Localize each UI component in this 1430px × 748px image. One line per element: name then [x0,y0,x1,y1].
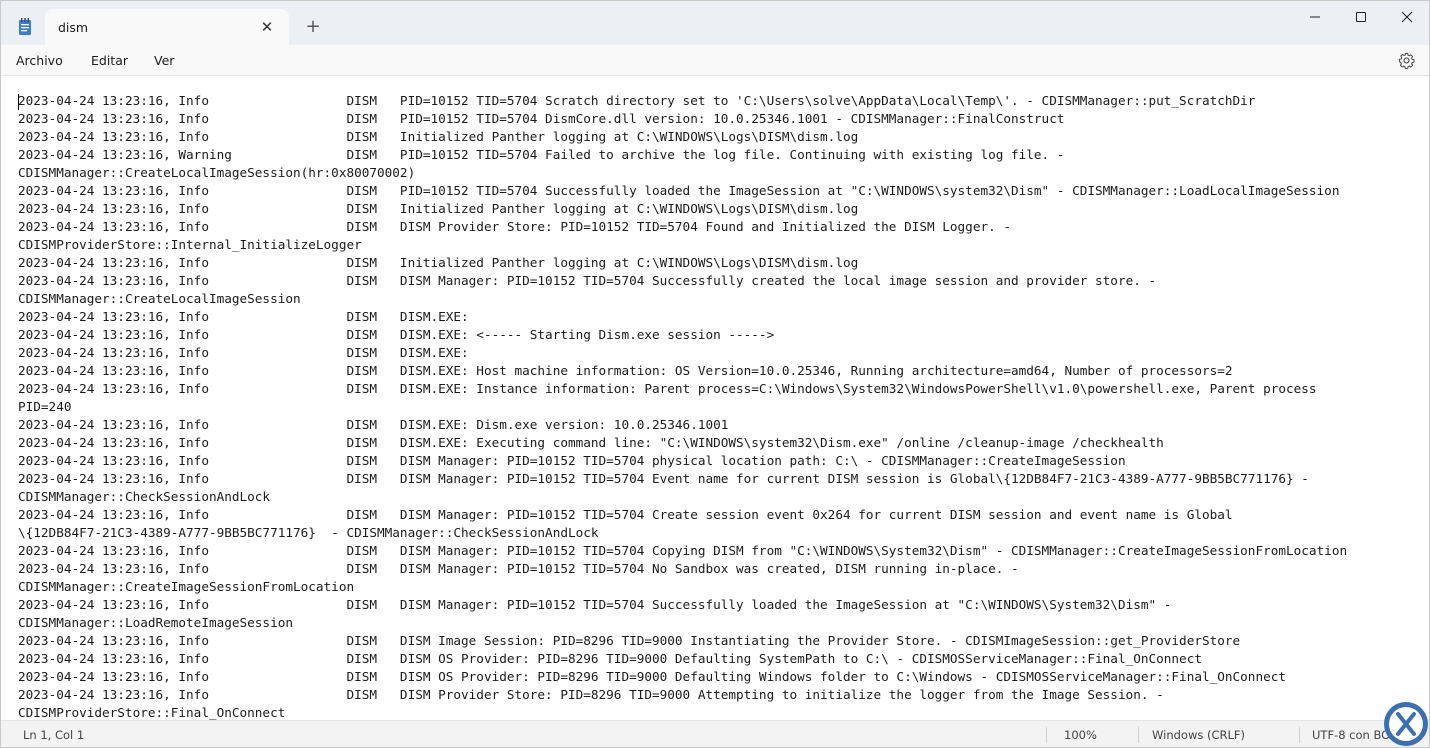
tab-close-icon[interactable]: ✕ [259,19,275,35]
new-tab-button[interactable]: + [303,17,323,37]
minimize-icon [1310,16,1320,18]
text-line: \{12DB84F7-21C3-4389-A777-9BB5BC771176} … [18,525,599,540]
close-icon [1401,11,1413,23]
notepad-app-icon [19,18,31,35]
text-line: CDISMManager::CreateImageSessionFromLoca… [18,579,355,594]
text-line: 2023-04-24 13:23:16, Info DISM PID=10152… [18,183,1340,198]
menu-ver[interactable]: Ver [154,53,174,68]
text-line: 2023-04-24 13:23:16, Info DISM PID=10152… [18,93,1256,108]
text-editor[interactable]: 2023-04-24 13:23:16, Info DISM PID=10152… [1,77,1429,720]
settings-gear-icon[interactable] [1398,52,1415,69]
text-line: 2023-04-24 13:23:16, Info DISM DISM.EXE:… [18,435,1164,450]
text-line: 2023-04-24 13:23:16, Info DISM DISM Mana… [18,471,1309,486]
close-window-button[interactable] [1384,1,1429,33]
text-line: 2023-04-24 13:23:16, Info DISM DISM.EXE:… [18,417,729,432]
text-line: PID=240 [18,399,72,414]
status-divider [1046,727,1047,743]
text-line: 2023-04-24 13:23:16, Info DISM DISM.EXE: [18,309,469,324]
text-line: 2023-04-24 13:23:16, Info DISM DISM Mana… [18,273,1157,288]
text-line: 2023-04-24 13:23:16, Info DISM PID=10152… [18,111,1065,126]
text-line: 2023-04-24 13:23:16, Info DISM DISM.EXE:… [18,327,775,342]
menu-bar: Archivo Editar Ver [1,45,1429,76]
text-line: CDISMManager::CheckSessionAndLock [18,489,271,504]
maximize-button[interactable] [1338,1,1384,33]
title-bar: dism ✕ + [1,1,1429,45]
text-line: 2023-04-24 13:23:16, Info DISM DISM OS P… [18,669,1286,684]
text-line: CDISMManager::CreateLocalImageSession [18,291,301,306]
text-line: 2023-04-24 13:23:16, Info DISM DISM.EXE:… [18,381,1317,396]
cursor-position: Ln 1, Col 1 [23,728,85,742]
text-line: 2023-04-24 13:23:16, Info DISM DISM.EXE: [18,345,469,360]
tab-title: dism [58,20,89,35]
status-divider [1299,727,1300,743]
text-line: 2023-04-24 13:23:16, Info DISM DISM Prov… [18,219,1012,234]
status-divider [1138,727,1139,743]
text-line: CDISMManager::CreateLocalImageSession(hr… [18,165,416,180]
text-line: CDISMProviderStore::Internal_InitializeL… [18,237,362,252]
line-ending: Windows (CRLF) [1152,728,1246,742]
minimize-button[interactable] [1292,1,1338,33]
text-line: 2023-04-24 13:23:16, Info DISM DISM OS P… [18,651,1202,666]
text-line: 2023-04-24 13:23:16, Info DISM Initializ… [18,255,859,270]
text-line: 2023-04-24 13:23:16, Info DISM Initializ… [18,129,859,144]
text-line: 2023-04-24 13:23:16, Warning DISM PID=10… [18,147,1065,162]
text-line: 2023-04-24 13:23:16, Info DISM DISM Imag… [18,633,1241,648]
notepad-window: dism ✕ + Archivo Editar Ver 2023-04-24 1… [0,0,1430,748]
text-line: 2023-04-24 13:23:16, Info DISM DISM.EXE:… [18,363,1233,378]
text-line: 2023-04-24 13:23:16, Info DISM DISM Mana… [18,543,1348,558]
zoom-level: 100% [1064,728,1097,742]
menu-editar[interactable]: Editar [91,53,128,68]
text-line: 2023-04-24 13:23:16, Info DISM DISM Mana… [18,561,1019,576]
text-line: CDISMManager::LoadRemoteImageSession [18,615,293,630]
text-line: 2023-04-24 13:23:16, Info DISM DISM Mana… [18,597,1172,612]
status-bar: Ln 1, Col 1 100% Windows (CRLF) UTF-8 co… [1,720,1429,747]
text-line: 2023-04-24 13:23:16, Info DISM DISM Mana… [18,507,1233,522]
text-line: 2023-04-24 13:23:16, Info DISM Initializ… [18,201,859,216]
text-line: 2023-04-24 13:23:16, Info DISM DISM Prov… [18,687,1164,702]
watermark-logo-icon [1384,702,1428,746]
tab-dism[interactable]: dism ✕ [45,9,289,45]
text-line: 2023-04-24 13:23:16, Info DISM DISM Mana… [18,453,1126,468]
text-line: CDISMProviderStore::Final_OnConnect [18,705,286,720]
menu-archivo[interactable]: Archivo [16,53,63,68]
maximize-icon [1356,12,1366,22]
